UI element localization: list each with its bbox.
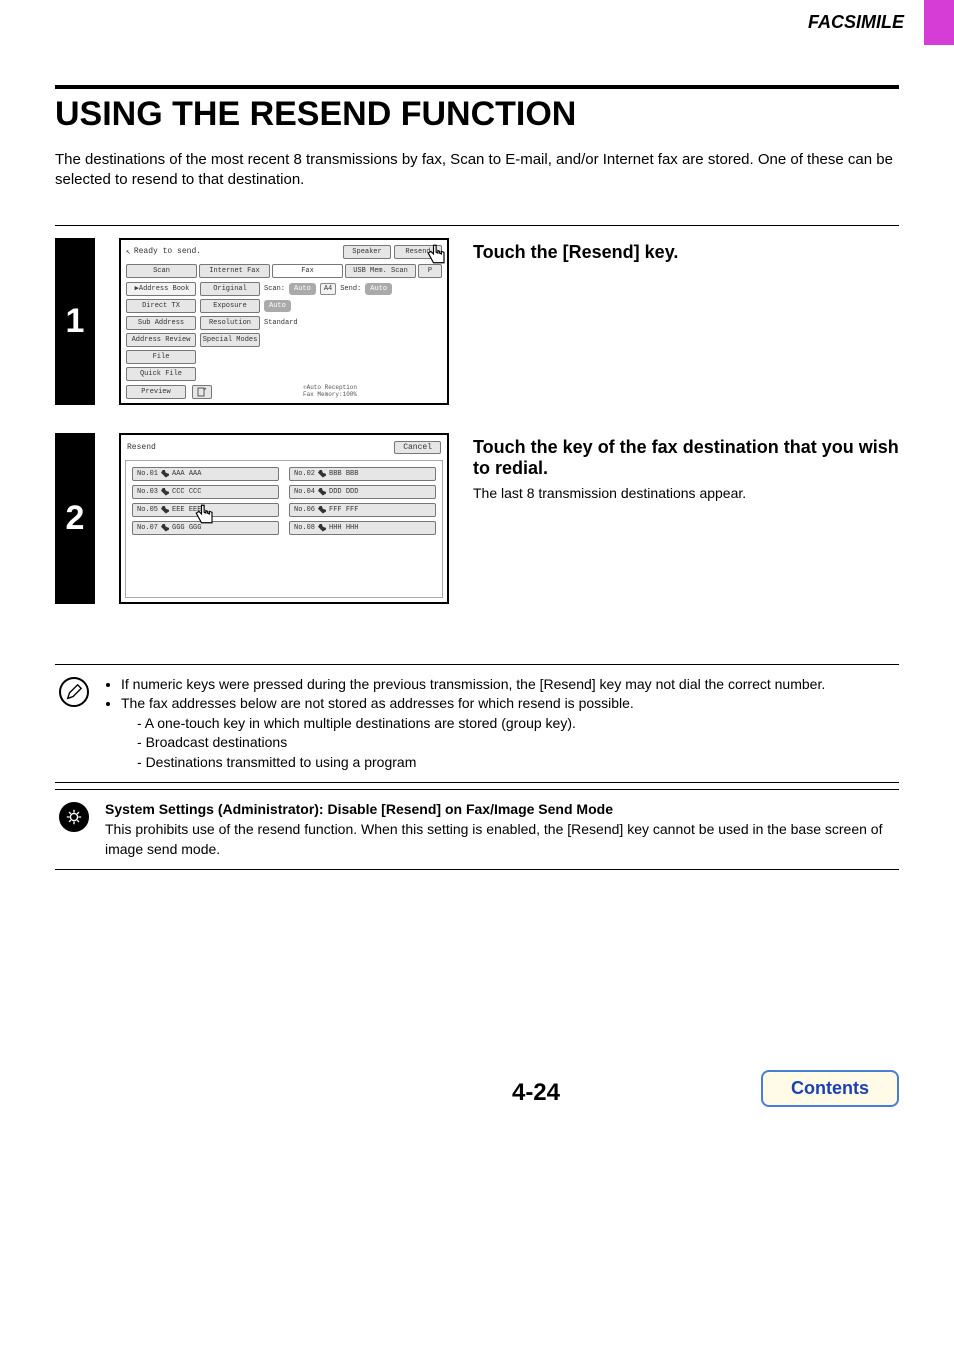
resend-item[interactable]: No.02BBB BBB xyxy=(289,467,436,481)
section-color-tab xyxy=(924,0,954,45)
resolution-value: Standard xyxy=(264,319,298,327)
exposure-button[interactable]: Exposure xyxy=(200,299,260,313)
resolution-button[interactable]: Resolution xyxy=(200,316,260,330)
note1-bullet1: If numeric keys were pressed during the … xyxy=(121,675,825,695)
info-note: If numeric keys were pressed during the … xyxy=(55,664,899,784)
pencil-icon xyxy=(59,677,89,707)
exposure-value: Auto xyxy=(264,300,291,312)
step2-body: The last 8 transmission destinations app… xyxy=(473,485,899,501)
sub-address-button[interactable]: Sub Address xyxy=(126,316,196,330)
tab-scan[interactable]: Scan xyxy=(126,264,197,278)
ready-label: Ready to send. xyxy=(134,247,201,256)
resend-item[interactable]: No.01AAA AAA xyxy=(132,467,279,481)
cancel-button[interactable]: Cancel xyxy=(394,441,441,454)
pointer-hand-icon xyxy=(423,240,451,268)
special-modes-button[interactable]: Special Modes xyxy=(200,333,260,347)
send-label: Send: xyxy=(340,285,361,293)
scan-auto-value: Auto xyxy=(289,283,316,295)
phone-icon xyxy=(318,524,326,532)
rule-intro-end xyxy=(55,225,899,226)
doc-icon-button[interactable] xyxy=(192,385,212,399)
resend-item[interactable]: No.06FFF FFF xyxy=(289,503,436,517)
resend-item[interactable]: No.08HHH HHH xyxy=(289,521,436,535)
contents-button[interactable]: Contents xyxy=(761,1070,899,1107)
resend-item[interactable]: No.04DDD DDD xyxy=(289,485,436,499)
speaker-button[interactable]: Speaker xyxy=(343,245,391,259)
address-review-button[interactable]: Address Review xyxy=(126,333,196,347)
page-title: USING THE RESEND FUNCTION xyxy=(55,95,899,134)
resend-destination-list: No.01AAA AAA No.02BBB BBB No.03CCC CCC N… xyxy=(132,467,436,535)
quick-file-button[interactable]: Quick File xyxy=(126,367,196,381)
step-number: 1 xyxy=(55,238,95,405)
fax-memory-label: Fax Memory:100% xyxy=(303,391,357,398)
step1-instruction: Touch the [Resend] key. xyxy=(473,242,899,263)
note2-body: This prohibits use of the resend functio… xyxy=(105,820,895,859)
header-bar: FACSIMILE xyxy=(0,0,954,45)
send-auto-value: Auto xyxy=(365,283,392,295)
phone-icon xyxy=(318,506,326,514)
resend-item[interactable]: No.03CCC CCC xyxy=(132,485,279,499)
step2-instruction: Touch the key of the fax destination tha… xyxy=(473,437,899,479)
hand-icon-small: ↖ xyxy=(126,247,131,257)
note1-sub3: Destinations transmitted to using a prog… xyxy=(137,753,825,773)
tab-usb-mem-scan[interactable]: USB Mem. Scan xyxy=(345,264,416,278)
resend-screen-title: Resend xyxy=(127,443,156,452)
phone-icon xyxy=(318,470,326,478)
fax-base-screen: ↖ Ready to send. Speaker Resend Scan Int… xyxy=(119,238,449,405)
pointer-hand-icon xyxy=(191,500,219,528)
document-icon xyxy=(197,387,207,397)
step-2: 2 Resend Cancel No.01AAA AAA No.02BBB BB… xyxy=(55,433,899,604)
phone-icon xyxy=(161,506,169,514)
tab-internet-fax[interactable]: Internet Fax xyxy=(199,264,270,278)
phone-icon xyxy=(318,488,326,496)
address-book-button[interactable]: ▶Address Book xyxy=(126,282,196,296)
phone-icon xyxy=(161,488,169,496)
note2-title: System Settings (Administrator): Disable… xyxy=(105,801,613,817)
phone-icon xyxy=(161,524,169,532)
scan-label: Scan: xyxy=(264,285,285,293)
resend-list-screen: Resend Cancel No.01AAA AAA No.02BBB BBB … xyxy=(119,433,449,604)
settings-note: System Settings (Administrator): Disable… xyxy=(55,789,899,870)
step-1: 1 ↖ Ready to send. Speaker Resend Sc xyxy=(55,238,899,405)
direct-tx-button[interactable]: Direct TX xyxy=(126,299,196,313)
note1-sub2: Broadcast destinations xyxy=(137,733,825,753)
resend-item[interactable]: No.05EEE EEE xyxy=(132,503,279,517)
phone-icon xyxy=(161,470,169,478)
note1-sub1: A one-touch key in which multiple destin… xyxy=(137,714,825,734)
gear-icon xyxy=(59,802,89,832)
note1-bullet2: The fax addresses below are not stored a… xyxy=(121,694,825,772)
file-button[interactable]: File xyxy=(126,350,196,364)
original-button[interactable]: Original xyxy=(200,282,260,296)
scan-size-value: A4 xyxy=(320,283,336,295)
section-label: FACSIMILE xyxy=(808,0,924,45)
tab-fax[interactable]: Fax xyxy=(272,264,343,278)
intro-text: The destinations of the most recent 8 tr… xyxy=(55,150,899,191)
preview-button[interactable]: Preview xyxy=(126,385,186,399)
rule-top xyxy=(55,85,899,89)
step-number: 2 xyxy=(55,433,95,604)
